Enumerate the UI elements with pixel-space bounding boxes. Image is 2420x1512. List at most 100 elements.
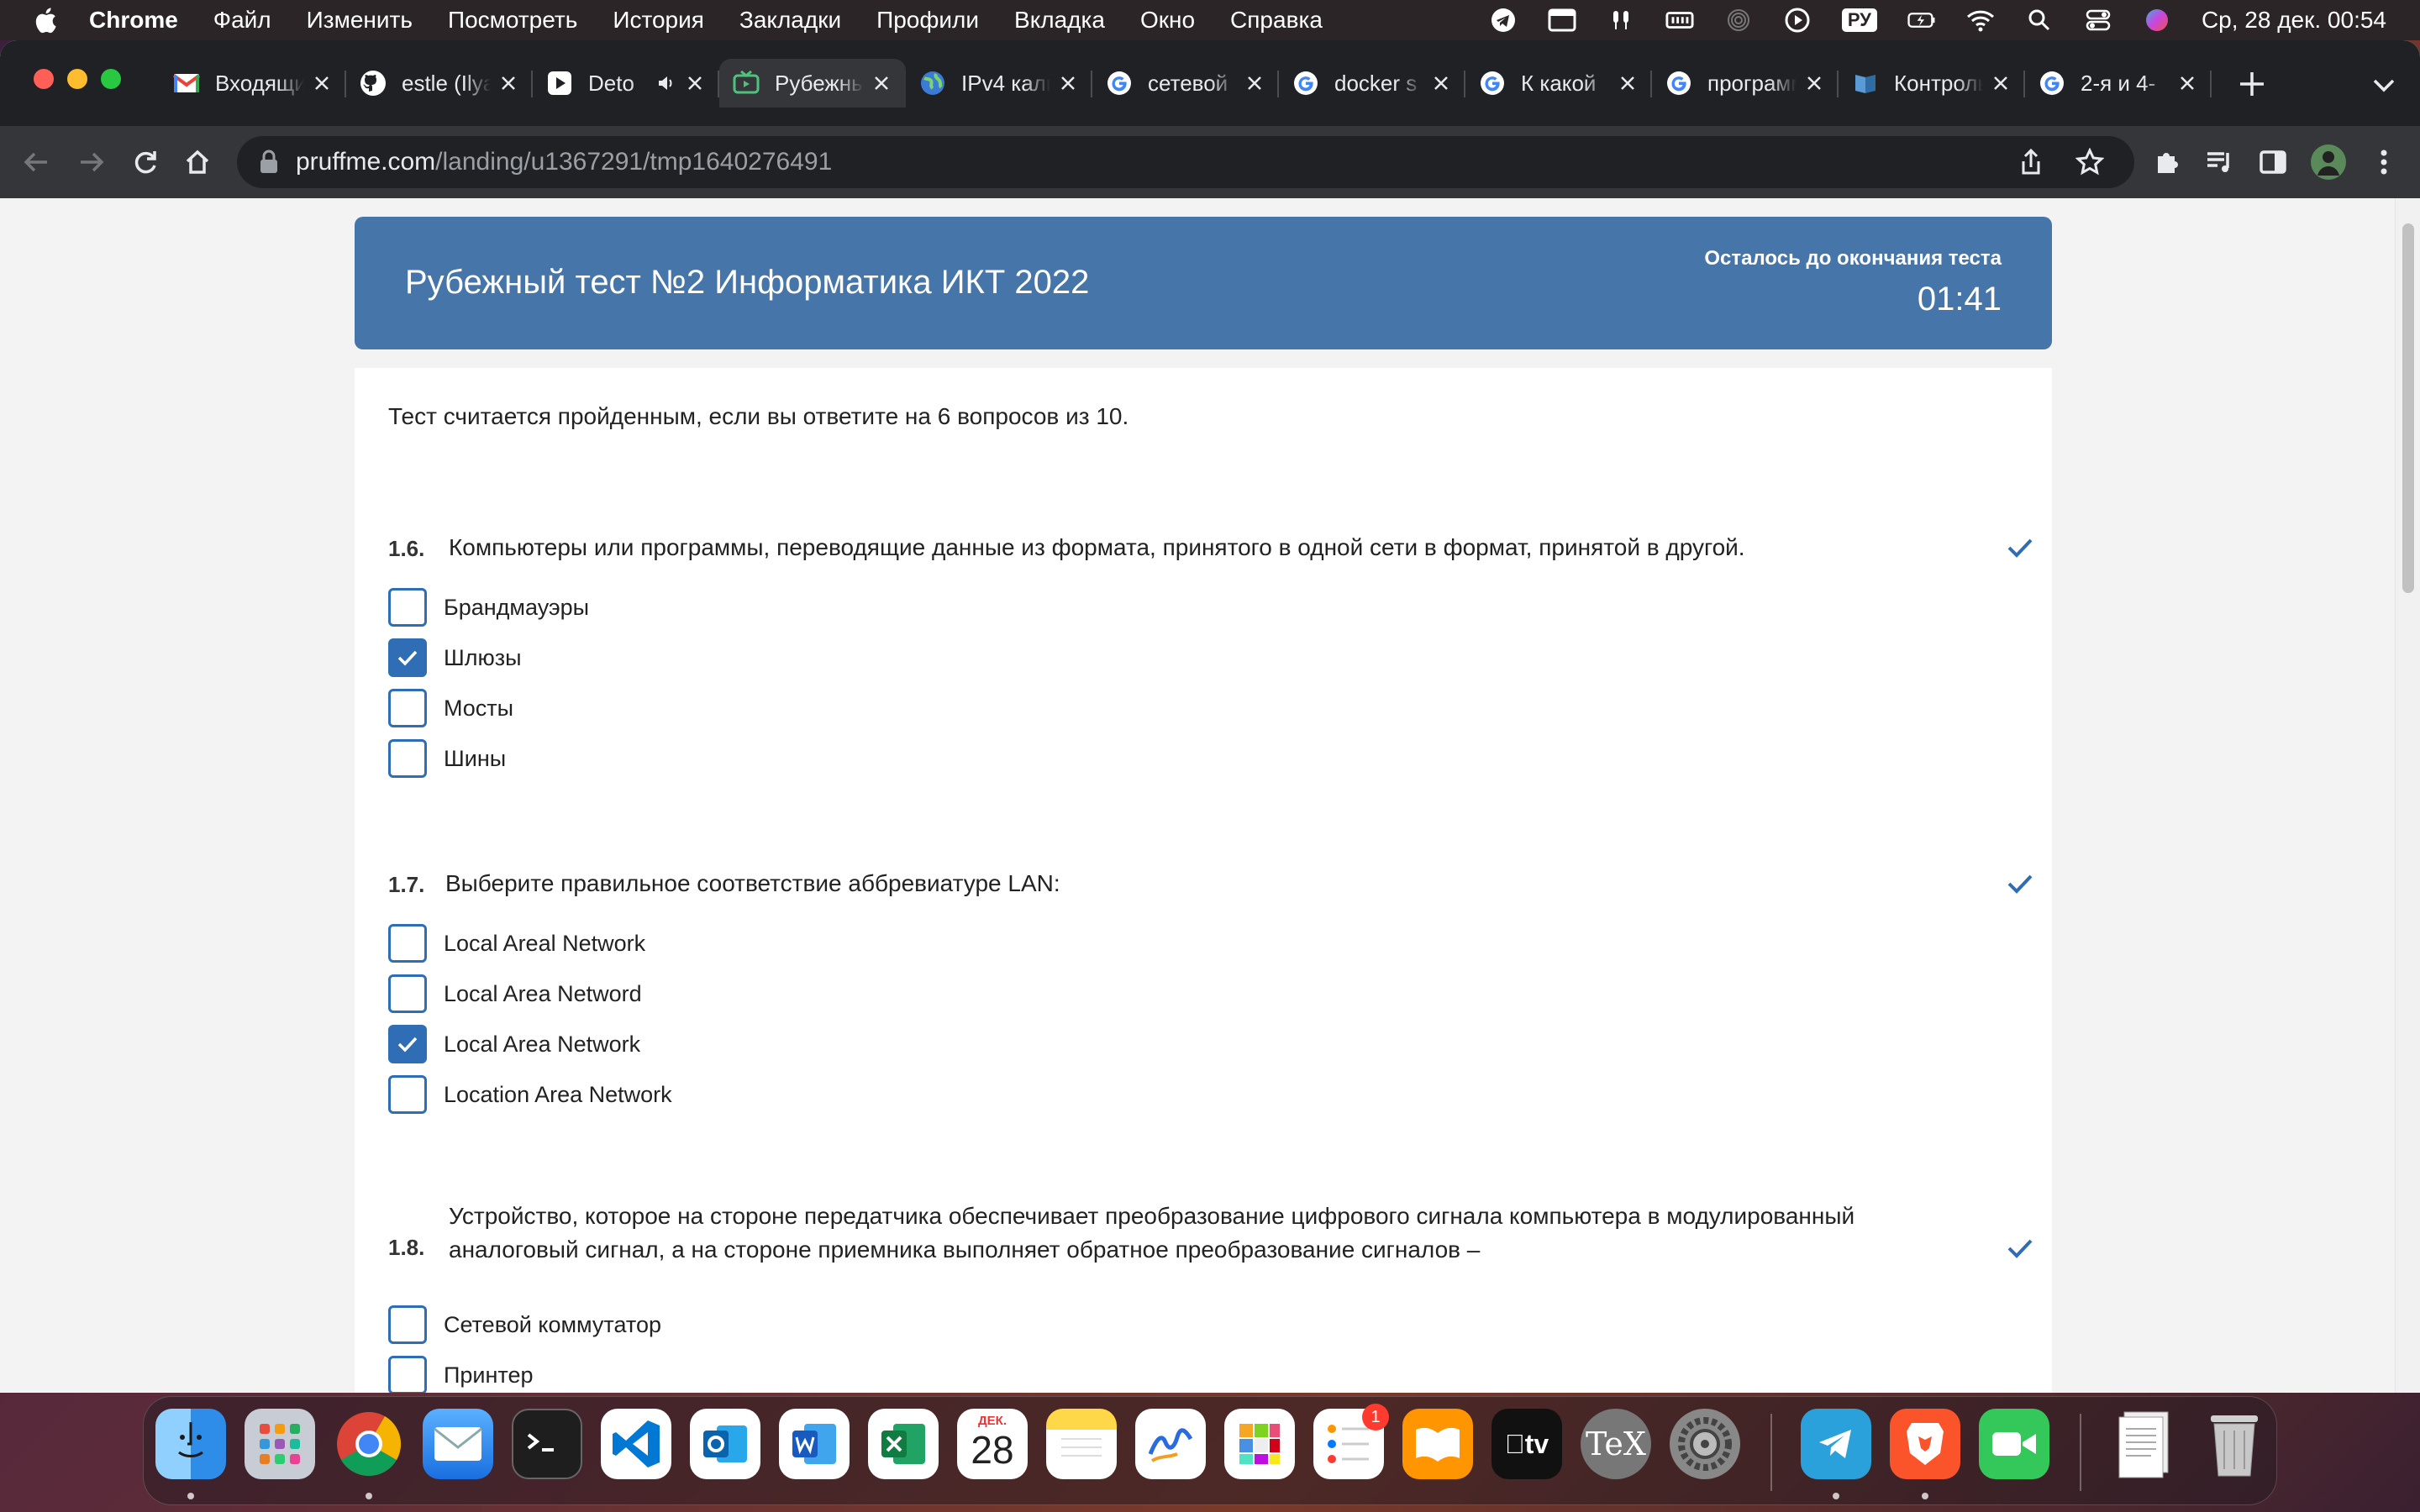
battery-icon[interactable] [1907, 8, 1936, 33]
menu-tab[interactable]: Вкладка [1014, 7, 1105, 34]
checkbox-checked[interactable] [388, 638, 427, 677]
siri-icon[interactable] [2143, 8, 2171, 33]
menu-bookmarks[interactable]: Закладки [739, 7, 841, 34]
checkbox[interactable] [388, 689, 427, 727]
checkbox[interactable] [388, 1305, 427, 1344]
bookmark-star-icon[interactable] [2075, 147, 2105, 183]
option-label[interactable]: Шины [444, 746, 506, 772]
appletv-icon[interactable]: tv [1491, 1409, 1562, 1479]
outlook-icon[interactable] [690, 1409, 760, 1479]
close-icon[interactable] [2176, 72, 2198, 94]
answer-option[interactable]: Location Area Network [388, 1075, 672, 1114]
tab-deto[interactable]: Deto [533, 59, 719, 108]
side-panel-icon[interactable] [2254, 143, 2292, 181]
menu-window[interactable]: Окно [1140, 7, 1195, 34]
tab-google-which[interactable]: К какой [1465, 59, 1652, 108]
close-icon[interactable] [1430, 72, 1452, 94]
calendar-icon[interactable]: ДЕК. 28 [957, 1409, 1028, 1479]
answer-option[interactable]: Мосты [388, 689, 513, 727]
photos-icon[interactable] [1224, 1409, 1295, 1479]
chrome-menu-kebab-icon[interactable] [2365, 143, 2403, 181]
facetime-icon[interactable] [1979, 1409, 2049, 1479]
books-icon[interactable] [1402, 1409, 1473, 1479]
back-arrow-icon[interactable] [17, 143, 55, 181]
tab-google-programs[interactable]: программы [1652, 59, 1839, 108]
spotlight-search-icon[interactable] [2025, 8, 2054, 33]
minimize-window-button[interactable] [67, 69, 87, 89]
telegram-status-icon[interactable] [1489, 8, 1518, 33]
menu-profiles[interactable]: Профили [876, 7, 979, 34]
checkbox-checked[interactable] [388, 1025, 427, 1063]
speaker-icon[interactable] [655, 72, 677, 94]
finder-icon[interactable] [155, 1409, 226, 1479]
wifi-icon[interactable] [1966, 8, 1995, 33]
zoom-window-button[interactable] [101, 69, 121, 89]
airpods-icon[interactable] [1607, 8, 1635, 33]
new-tab-plus-icon[interactable] [2235, 67, 2269, 101]
option-label[interactable]: Location Area Network [444, 1082, 672, 1108]
checkbox[interactable] [388, 1356, 427, 1393]
notes-icon[interactable] [1046, 1409, 1117, 1479]
mail-icon[interactable] [423, 1409, 493, 1479]
tab-github[interactable]: estle (Ilya [346, 59, 533, 108]
answer-option[interactable]: Local Area Network [388, 1025, 640, 1063]
tab-ipv4[interactable]: IPv4 калькулятор [906, 59, 1092, 108]
documents-icon[interactable] [2110, 1409, 2181, 1479]
profile-avatar[interactable] [2309, 143, 2348, 181]
close-window-button[interactable] [34, 69, 54, 89]
page-viewport[interactable]: Рубежный тест №2 Информатика ИКТ 2022 Ос… [0, 198, 2420, 1393]
close-icon[interactable] [1244, 72, 1265, 94]
option-label[interactable]: Шлюзы [444, 645, 522, 671]
lock-icon[interactable] [259, 150, 279, 175]
menu-file[interactable]: Файл [213, 7, 271, 34]
option-label[interactable]: Принтер [444, 1362, 534, 1389]
reload-icon[interactable] [126, 143, 165, 181]
option-label[interactable]: Local Areal Network [444, 931, 645, 957]
option-label[interactable]: Брандмауэры [444, 595, 589, 621]
fingerprint-icon[interactable] [1724, 8, 1753, 33]
chrome-icon[interactable] [334, 1409, 404, 1479]
tab-test-active[interactable]: Рубежный [719, 59, 906, 108]
tab-google-network[interactable]: сетевой [1092, 59, 1279, 108]
close-icon[interactable] [871, 72, 892, 94]
answer-option[interactable]: Local Areal Network [388, 924, 645, 963]
launchpad-icon[interactable] [245, 1409, 315, 1479]
close-icon[interactable] [311, 72, 333, 94]
control-center-icon[interactable] [2084, 8, 2112, 33]
vscode-icon[interactable] [601, 1409, 671, 1479]
tab-gmail[interactable]: Входящие [160, 59, 346, 108]
memory-status-icon[interactable] [1665, 8, 1694, 33]
share-icon[interactable] [2018, 148, 2044, 183]
option-label[interactable]: Мосты [444, 696, 513, 722]
apple-logo-icon[interactable] [34, 7, 57, 34]
scrollbar-thumb[interactable] [2402, 223, 2414, 593]
answer-option[interactable]: Принтер [388, 1356, 534, 1393]
menu-bar-clock[interactable]: Ср, 28 дек. 00:54 [2202, 7, 2386, 34]
extensions-puzzle-icon[interactable] [2148, 143, 2186, 181]
close-icon[interactable] [1803, 72, 1825, 94]
menu-app-name[interactable]: Chrome [89, 7, 178, 34]
reminders-icon[interactable]: 1 [1313, 1404, 1389, 1479]
window-status-icon[interactable] [1548, 8, 1576, 33]
telegram-icon[interactable] [1801, 1409, 1871, 1479]
excel-icon[interactable] [868, 1409, 939, 1479]
tex-icon[interactable]: TeX [1581, 1409, 1651, 1479]
checkbox[interactable] [388, 739, 427, 778]
answer-option[interactable]: Шины [388, 739, 506, 778]
brave-icon[interactable] [1890, 1409, 1960, 1479]
answer-option[interactable]: Local Area Netword [388, 974, 642, 1013]
close-icon[interactable] [684, 72, 706, 94]
option-label[interactable]: Local Area Netword [444, 981, 642, 1007]
media-controls-icon[interactable] [2200, 143, 2238, 181]
page-scrollbar[interactable] [2395, 198, 2420, 1393]
forward-arrow-icon[interactable] [72, 143, 111, 181]
checkbox[interactable] [388, 924, 427, 963]
tab-search-chevron-icon[interactable] [2370, 72, 2398, 97]
close-icon[interactable] [497, 72, 519, 94]
close-icon[interactable] [1617, 72, 1639, 94]
menu-view[interactable]: Посмотреть [448, 7, 577, 34]
answer-option[interactable]: Сетевой коммутатор [388, 1305, 661, 1344]
home-icon[interactable] [178, 143, 217, 181]
input-source-indicator[interactable]: РУ [1841, 8, 1877, 32]
address-bar[interactable]: pruffme.com/landing/u1367291/tmp16402764… [237, 136, 2134, 188]
